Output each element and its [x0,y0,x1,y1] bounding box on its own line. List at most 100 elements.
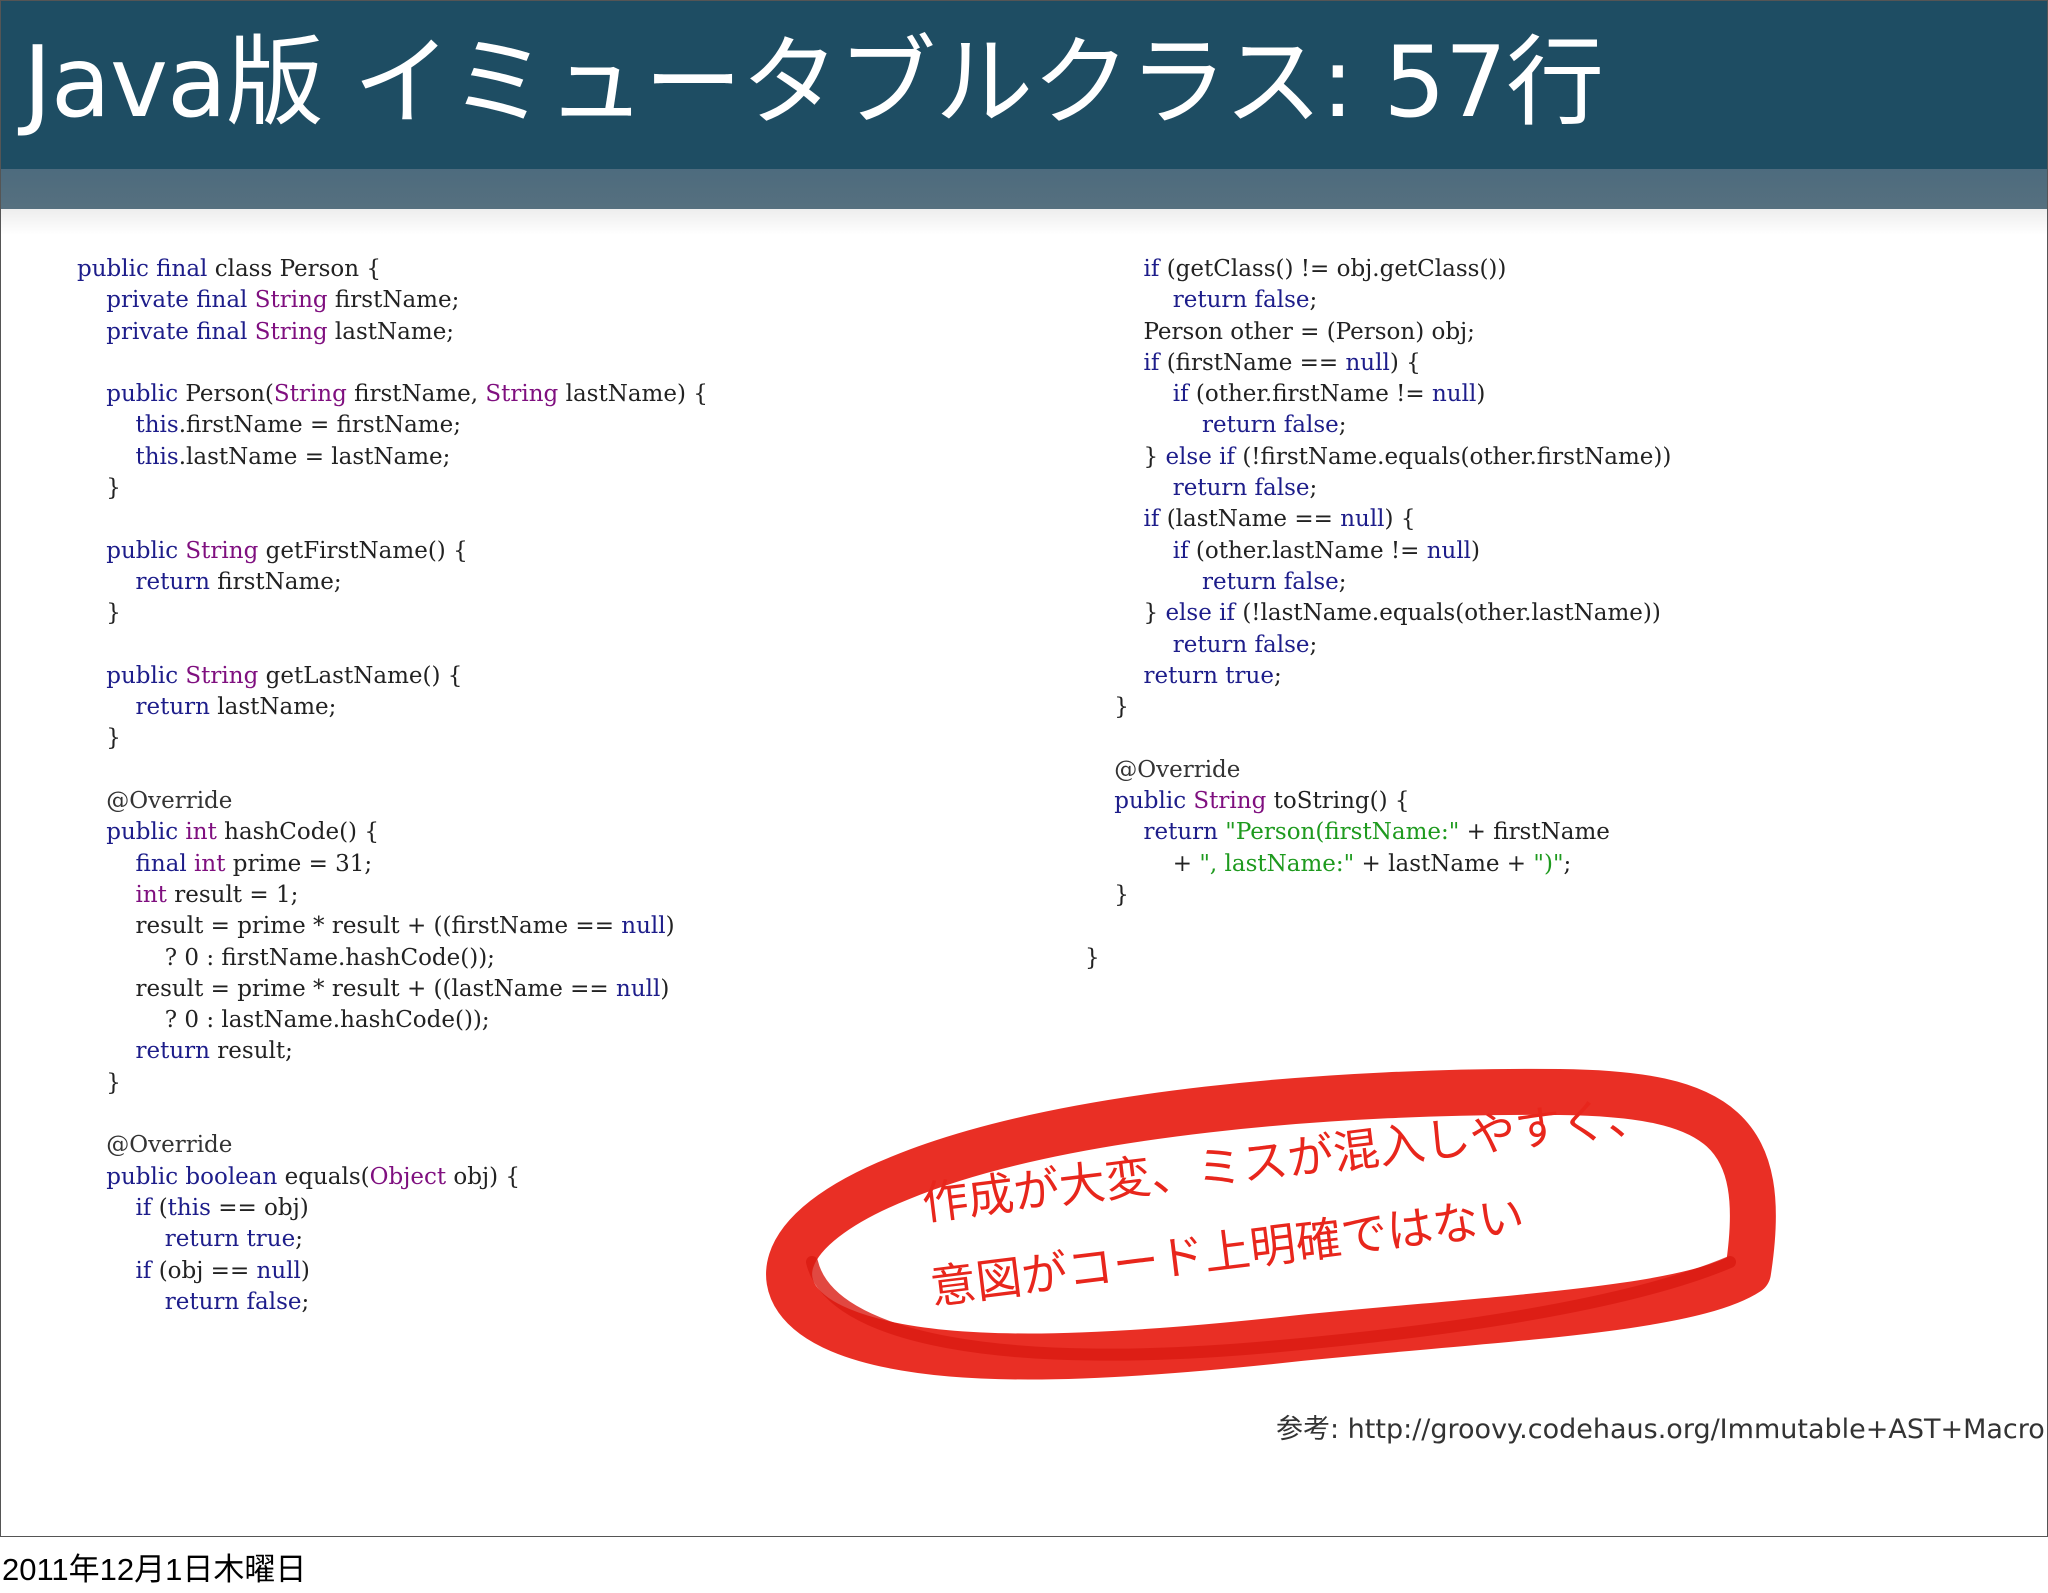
code-line: Person other = (Person) obj; [1085,318,1475,345]
code-text: } [1085,443,1166,470]
code-text: } [1085,881,1129,908]
code-keyword: public [106,381,186,408]
code-annotation: @Override [106,788,233,815]
code-text: result = prime * result + ((lastName == [77,975,617,1002]
code-text: } [77,1069,121,1096]
code-text: ? 0 : firstName.hashCode()); [77,944,495,971]
code-string: ")" [1533,850,1564,877]
slide-title: Java版 イミュータブルクラス: 57行 [23,26,1604,140]
code-text: Person other = (Person) obj; [1085,318,1475,345]
code-string: "Person(firstName:" [1225,819,1460,846]
code-text: ) [665,913,675,940]
code-text: } [77,475,121,502]
code-text: lastName) { [558,381,708,408]
code-keyword: if [135,1194,159,1221]
code-line: } [1085,945,1100,971]
code-line: } [77,1070,121,1096]
code-line: if (getClass() != obj.getClass()) [1085,256,1507,282]
code-line: this.lastName = lastName; [77,444,451,470]
code-text: firstName; [327,287,460,314]
code-line: if (obj == null) [77,1258,310,1284]
code-line: } [77,475,121,501]
code-line: return true; [1085,663,1282,689]
code-keyword: return false [1172,475,1310,502]
code-block-right: if (getClass() != obj.getClass()) return… [1085,254,1671,974]
code-text: firstName; [217,568,342,595]
code-text: ; [1309,475,1318,502]
code-type: int [135,881,167,908]
code-annotation: @Override [106,1132,233,1159]
code-keyword: private final [106,287,255,314]
code-line: return true; [77,1226,303,1252]
code-text: lastName; [217,694,337,721]
code-keyword: else if [1165,443,1243,470]
code-keyword: this [167,1194,211,1221]
reference-link[interactable]: 参考: http://groovy.codehaus.org/Immutable… [1276,1407,2045,1446]
code-text: ; [1273,662,1282,689]
code-keyword: return true [164,1226,296,1253]
code-text: ) { [1384,506,1416,533]
code-line: if (firstName == null) { [1085,350,1421,376]
code-text: + lastName + [1354,850,1534,877]
code-text: + firstName [1459,819,1610,846]
code-type: String [485,381,559,408]
code-text: ; [1309,287,1318,314]
code-text: == obj) [210,1194,309,1221]
code-keyword: return true [1143,662,1274,689]
code-keyword: return false [1172,631,1310,658]
code-line: if (other.lastName != null) [1085,538,1480,564]
code-text: ) { [1389,349,1421,376]
title-bar-strip [1,169,2047,209]
code-line: return "Person(firstName:" + firstName [1085,819,1610,845]
code-keyword: if [1143,256,1167,282]
code-keyword: public boolean [106,1163,285,1190]
code-line: ? 0 : lastName.hashCode()); [77,1007,490,1033]
code-text: result = prime * result + ((firstName == [77,913,622,940]
code-line: return false; [1085,475,1318,502]
code-text: (obj == [158,1257,257,1284]
code-line: return firstName; [77,569,342,595]
code-text: obj) { [446,1163,521,1190]
code-type: String [185,537,259,564]
code-block-left: public final class Person { private fina… [77,254,708,1318]
code-text: ; [1338,568,1347,595]
code-line: result = prime * result + ((lastName == … [77,976,669,1002]
code-keyword: public [106,662,186,689]
code-line: int result = 1; [77,881,299,908]
code-text: (getClass() != obj.getClass()) [1166,256,1507,282]
code-keyword: if [1172,537,1196,564]
code-line: } else if (!firstName.equals(other.first… [1085,444,1671,470]
code-type: int [194,850,226,877]
code-line: this.firstName = firstName; [77,412,461,438]
code-line: } [77,725,121,751]
code-text: .firstName = firstName; [178,412,461,439]
code-text: ; [1563,850,1572,877]
code-text: ) [300,1257,310,1284]
code-line: final int prime = 31; [77,850,373,877]
code-keyword: public final [77,256,215,282]
code-string: ", lastName:" [1199,850,1355,877]
code-line: result = prime * result + ((firstName ==… [77,913,675,940]
code-keyword: else if [1165,600,1243,627]
code-text: lastName; [327,318,455,345]
code-line: public int hashCode() { [77,819,379,845]
code-text: } [1085,600,1166,627]
code-line: if (lastName == null) { [1085,506,1416,533]
code-keyword: private final [106,318,255,345]
